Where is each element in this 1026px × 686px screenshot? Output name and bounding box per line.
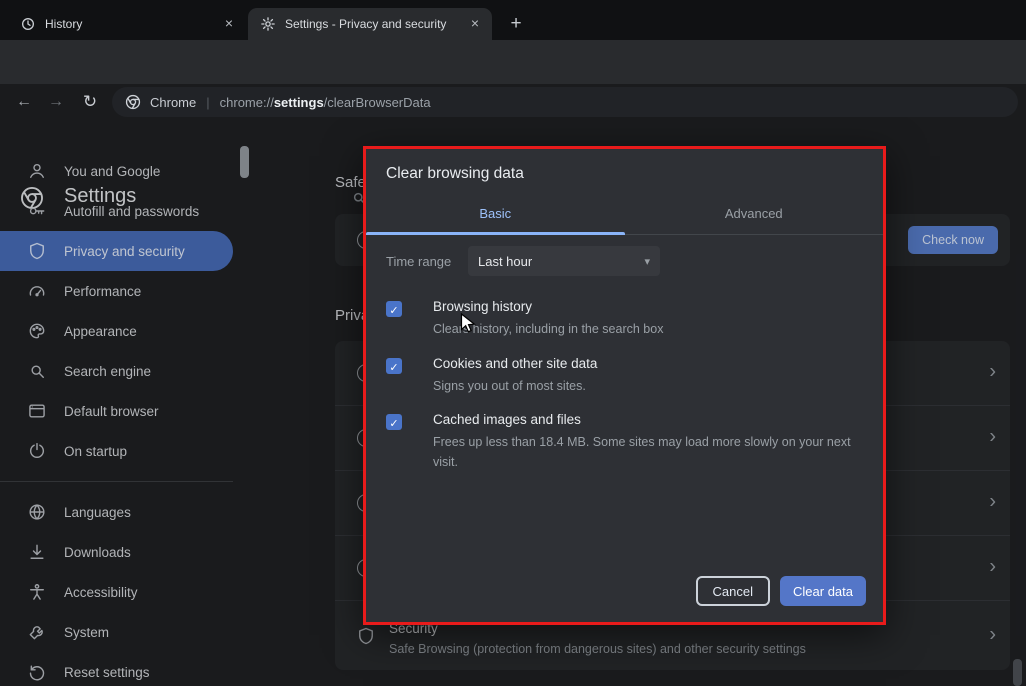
tab-history[interactable]: History × bbox=[8, 8, 246, 40]
back-button[interactable]: ← bbox=[12, 90, 36, 114]
cached-images-checkbox[interactable]: ✓ bbox=[386, 414, 402, 430]
gear-icon bbox=[260, 16, 276, 32]
cancel-button[interactable]: Cancel bbox=[696, 576, 770, 606]
url-separator: | bbox=[206, 95, 209, 110]
tab-title: Settings - Privacy and security bbox=[285, 17, 466, 31]
browser-window: History × Settings - Privacy and securit… bbox=[0, 0, 1026, 686]
dialog-title: Clear browsing data bbox=[386, 165, 524, 183]
url-host: settings bbox=[274, 95, 324, 110]
tab-strip: History × Settings - Privacy and securit… bbox=[0, 0, 1026, 40]
new-tab-button[interactable]: + bbox=[503, 12, 529, 38]
tab-title: History bbox=[45, 17, 220, 31]
time-range-label: Time range bbox=[386, 254, 468, 269]
dialog-actions: Cancel Clear data bbox=[696, 576, 866, 606]
url-path: /clearBrowserData bbox=[324, 95, 431, 110]
checkbox-title: Browsing history bbox=[433, 299, 663, 314]
checkbox-title: Cached images and files bbox=[433, 412, 863, 427]
tab-settings[interactable]: Settings - Privacy and security × bbox=[248, 8, 492, 40]
cookies-checkbox[interactable]: ✓ bbox=[386, 358, 402, 374]
browser-toolbar: ← → ↻ Chrome | chrome:// settings /clear… bbox=[0, 40, 1026, 84]
close-icon[interactable]: × bbox=[466, 15, 484, 33]
browsing-history-checkbox[interactable]: ✓ bbox=[386, 301, 402, 317]
check-icon: ✓ bbox=[389, 305, 398, 317]
checkbox-subtitle: Signs you out of most sites. bbox=[433, 376, 597, 396]
checkbox-title: Cookies and other site data bbox=[433, 356, 597, 371]
clear-browsing-data-dialog: Clear browsing data Basic Advanced Time … bbox=[363, 146, 886, 625]
site-label: Chrome bbox=[150, 95, 196, 110]
forward-button[interactable]: → bbox=[44, 90, 68, 114]
chrome-logo-icon bbox=[124, 93, 142, 111]
time-range-value: Last hour bbox=[478, 254, 532, 269]
time-range-select[interactable]: Last hour ▾ bbox=[468, 246, 660, 276]
browsing-history-row: ✓ Browsing history Clears history, inclu… bbox=[386, 299, 863, 339]
url-scheme: chrome:// bbox=[220, 95, 274, 110]
tab-advanced[interactable]: Advanced bbox=[625, 193, 884, 234]
tab-basic[interactable]: Basic bbox=[366, 193, 625, 234]
cached-images-row: ✓ Cached images and files Frees up less … bbox=[386, 412, 863, 472]
checkbox-subtitle: Frees up less than 18.4 MB. Some sites m… bbox=[433, 432, 863, 472]
close-icon[interactable]: × bbox=[220, 15, 238, 33]
address-bar[interactable]: Chrome | chrome:// settings /clearBrowse… bbox=[112, 87, 1018, 117]
cookies-row: ✓ Cookies and other site data Signs you … bbox=[386, 356, 863, 396]
mouse-cursor bbox=[460, 313, 477, 335]
history-icon bbox=[20, 16, 36, 32]
reload-button[interactable]: ↻ bbox=[78, 90, 102, 114]
check-icon: ✓ bbox=[389, 418, 398, 430]
clear-data-button[interactable]: Clear data bbox=[780, 576, 866, 606]
caret-down-icon: ▾ bbox=[644, 255, 650, 268]
dialog-tabs: Basic Advanced bbox=[366, 193, 883, 235]
check-icon: ✓ bbox=[389, 362, 398, 374]
time-range-row: Time range Last hour ▾ bbox=[386, 246, 660, 276]
